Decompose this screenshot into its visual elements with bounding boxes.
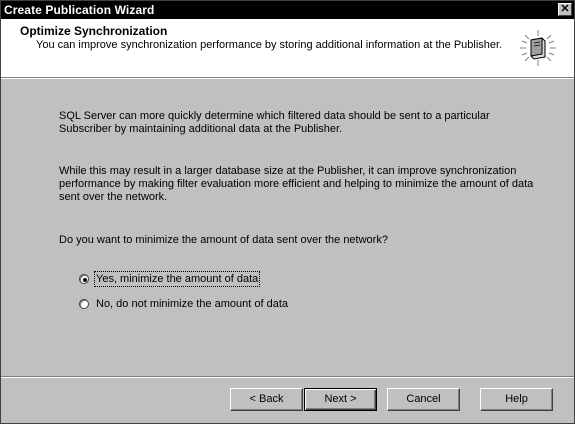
radio-button-yes[interactable] [79, 274, 89, 284]
radio-button-no[interactable] [79, 299, 89, 309]
radio-label-yes[interactable]: Yes, minimize the amount of data [93, 271, 261, 287]
footer-divider [1, 376, 574, 378]
help-button[interactable]: Help [480, 388, 553, 411]
back-button[interactable]: < Back [230, 388, 303, 411]
question-label: Do you want to minimize the amount of da… [59, 234, 388, 246]
cancel-button[interactable]: Cancel [387, 388, 460, 411]
close-icon: ✕ [560, 3, 570, 15]
header-divider [1, 77, 574, 79]
title-bar[interactable]: Create Publication Wizard ✕ [1, 1, 574, 19]
radio-selected-dot [82, 277, 87, 282]
info-paragraph-1: SQL Server can more quickly determine wh… [59, 110, 490, 135]
radio-label-no[interactable]: No, do not minimize the amount of data [96, 298, 288, 310]
wizard-book-icon [520, 30, 556, 66]
radio-option-no[interactable]: No, do not minimize the amount of data [79, 296, 288, 312]
info-paragraph-2: While this may result in a larger databa… [59, 165, 534, 203]
close-button[interactable]: ✕ [558, 3, 572, 16]
page-title: Optimize Synchronization [20, 24, 168, 38]
page-description: You can improve synchronization performa… [36, 39, 503, 51]
wizard-window: Create Publication Wizard ✕ Optimize Syn… [0, 0, 575, 424]
next-button[interactable]: Next > [304, 388, 377, 411]
radio-option-yes[interactable]: Yes, minimize the amount of data [79, 271, 261, 287]
window-title: Create Publication Wizard [4, 3, 155, 17]
